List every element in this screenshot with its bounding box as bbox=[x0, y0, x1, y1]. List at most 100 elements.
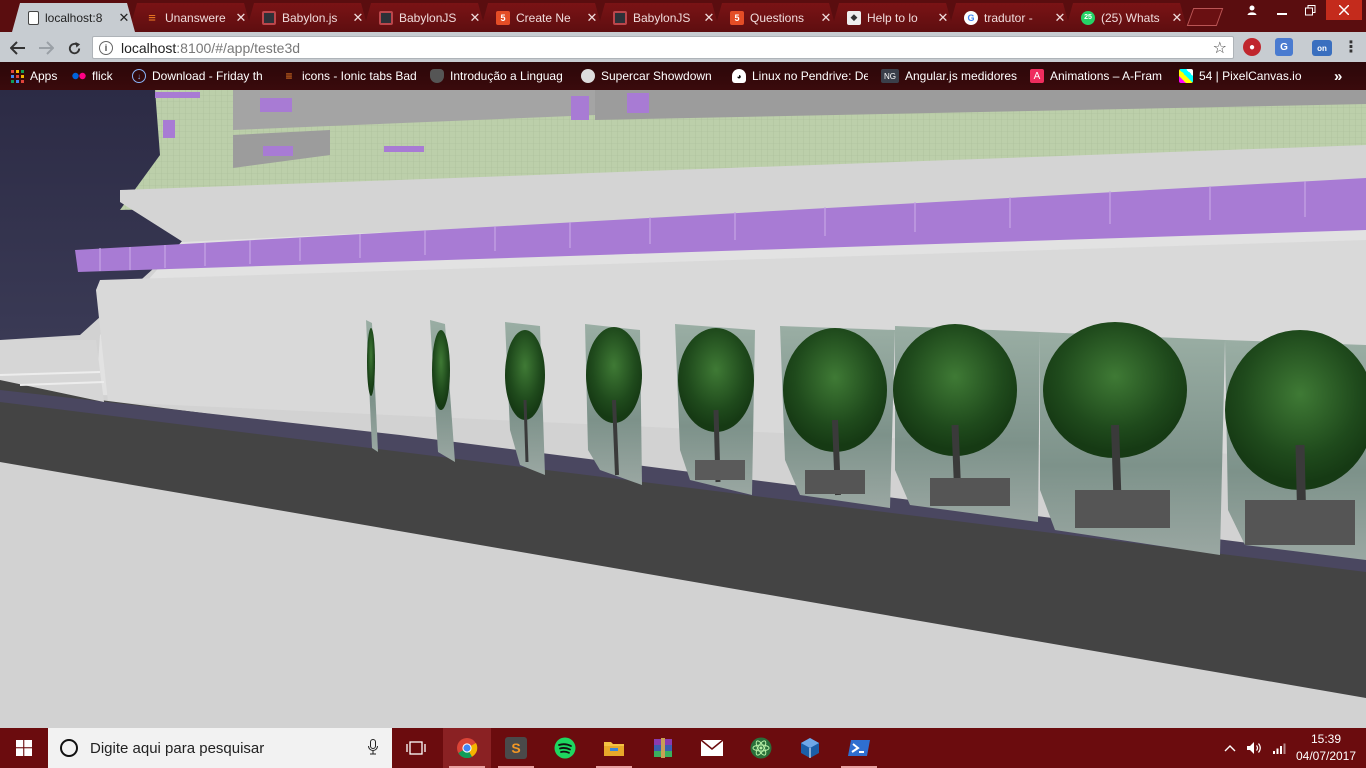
babylonjs-icon bbox=[613, 11, 627, 25]
browser-chrome: localhost:8 ✕ ≡ Unanswere ✕ Babylon.js ✕… bbox=[0, 0, 1366, 90]
tree-billboard-8 bbox=[1040, 322, 1225, 555]
task-view-icon[interactable] bbox=[392, 728, 440, 768]
clock-date: 04/07/2017 bbox=[1295, 749, 1357, 763]
windows-taskbar: Digite aqui para pesquisar S 15:39 04/07… bbox=[0, 728, 1366, 768]
babylonjs-icon bbox=[379, 11, 393, 25]
menu-kebab-icon[interactable]: ⋮ bbox=[1342, 38, 1360, 56]
chrome-icon[interactable] bbox=[443, 728, 491, 768]
bookmark-ionic-tabs[interactable]: ≡ icons - Ionic tabs Bad bbox=[282, 68, 418, 84]
bookmark-label: Introdução a Linguag bbox=[450, 69, 563, 83]
forward-arrow-icon[interactable] bbox=[35, 37, 57, 59]
close-icon[interactable]: ✕ bbox=[113, 10, 135, 26]
bookmark-label: flick bbox=[92, 69, 113, 83]
microphone-icon[interactable] bbox=[368, 738, 378, 758]
babylonjs-icon bbox=[262, 11, 276, 25]
tab-whatsapp[interactable]: 25 (25) Whats ✕ bbox=[1065, 3, 1188, 32]
bookmark-star-icon[interactable]: ☆ bbox=[1213, 38, 1227, 58]
tab-localhost[interactable]: localhost:8 ✕ bbox=[12, 3, 135, 32]
winrar-icon[interactable] bbox=[639, 728, 687, 768]
extension-red-icon[interactable]: ● bbox=[1243, 38, 1261, 56]
bookmark-flick[interactable]: flick bbox=[72, 68, 132, 84]
show-hidden-icons-chevron-icon[interactable] bbox=[1218, 728, 1242, 768]
site-info-icon[interactable]: i bbox=[99, 40, 113, 55]
download-icon: ↓ bbox=[132, 69, 146, 83]
tree-billboard-5 bbox=[675, 324, 755, 495]
extension-on-icon[interactable]: on bbox=[1312, 40, 1332, 56]
flickr-icon bbox=[72, 69, 86, 83]
tab-label: Create Ne bbox=[516, 10, 571, 25]
bookmark-label: Angular.js medidores bbox=[905, 69, 1018, 83]
game-icon bbox=[581, 69, 595, 83]
tab-label: localhost:8 bbox=[45, 10, 103, 25]
clock-time: 15:39 bbox=[1310, 732, 1342, 746]
virtualbox-icon[interactable] bbox=[786, 728, 834, 768]
bookmark-pixelcanvas[interactable]: 54 | PixelCanvas.io bbox=[1179, 68, 1319, 84]
page-icon bbox=[28, 11, 39, 25]
google-icon: G bbox=[964, 11, 978, 25]
url-host: localhost bbox=[121, 39, 177, 56]
bookmark-introducao[interactable]: Introdução a Linguag bbox=[430, 68, 569, 84]
close-icon[interactable]: ✕ bbox=[1166, 10, 1188, 26]
stackoverflow-icon: ≡ bbox=[148, 10, 156, 25]
tab-create-new[interactable]: 5 Create Ne ✕ bbox=[480, 3, 603, 32]
tab-questions[interactable]: 5 Questions ✕ bbox=[714, 3, 837, 32]
more-bookmarks-icon[interactable]: » bbox=[1334, 68, 1342, 84]
tab-babylonjs-1[interactable]: Babylon.js ✕ bbox=[246, 3, 369, 32]
bookmark-apps[interactable]: Apps bbox=[10, 68, 57, 84]
bookmark-linux[interactable]: ◕ Linux no Pendrive: De bbox=[732, 68, 868, 84]
google-translate-icon[interactable]: G bbox=[1275, 38, 1293, 56]
tab-label: Babylon.js bbox=[282, 10, 338, 25]
bookmark-label: icons - Ionic tabs Bad bbox=[302, 69, 417, 83]
mail-icon[interactable] bbox=[688, 728, 736, 768]
bookmark-download[interactable]: ↓ Download - Friday th bbox=[132, 68, 272, 84]
tab-tradutor[interactable]: G tradutor - ✕ bbox=[948, 3, 1071, 32]
user-profile-icon[interactable] bbox=[1238, 0, 1266, 20]
tab-label: BabylonJS bbox=[399, 10, 457, 25]
bookmark-angular[interactable]: NG Angular.js medidores bbox=[881, 68, 1021, 84]
tree-billboard-6 bbox=[780, 326, 895, 508]
volume-icon[interactable] bbox=[1242, 728, 1266, 768]
tab-label: (25) Whats bbox=[1101, 10, 1160, 25]
reload-icon[interactable] bbox=[63, 37, 85, 59]
address-bar[interactable]: i localhost :8100/#/app/teste3d ☆ bbox=[92, 36, 1234, 59]
back-arrow-icon[interactable] bbox=[7, 37, 29, 59]
close-window-icon[interactable] bbox=[1326, 0, 1362, 20]
tree-billboard-7 bbox=[893, 324, 1040, 522]
apps-grid-icon bbox=[10, 69, 24, 83]
minimize-icon[interactable] bbox=[1268, 0, 1296, 20]
file-explorer-icon[interactable] bbox=[590, 728, 638, 768]
tab-label: Help to lo bbox=[867, 10, 918, 25]
linux-icon: ◕ bbox=[732, 69, 746, 83]
system-clock[interactable]: 15:39 04/07/2017 bbox=[1295, 731, 1357, 765]
tab-babylonjs-3[interactable]: BabylonJS ✕ bbox=[597, 3, 720, 32]
tab-unanswered[interactable]: ≡ Unanswere ✕ bbox=[129, 3, 252, 32]
taskbar-search-box[interactable]: Digite aqui para pesquisar bbox=[48, 728, 392, 768]
atom-icon[interactable] bbox=[737, 728, 785, 768]
bookmark-supercar[interactable]: Supercar Showdown bbox=[581, 68, 721, 84]
windows-start-icon[interactable] bbox=[0, 728, 48, 768]
tab-help[interactable]: ◆ Help to lo ✕ bbox=[831, 3, 954, 32]
babylon-3d-canvas[interactable] bbox=[0, 90, 1366, 728]
cortana-icon bbox=[60, 739, 78, 757]
new-tab-button[interactable] bbox=[1186, 8, 1224, 26]
tab-strip: localhost:8 ✕ ≡ Unanswere ✕ Babylon.js ✕… bbox=[0, 0, 1366, 32]
tree-billboard-9 bbox=[1225, 330, 1366, 560]
bookmark-label: Apps bbox=[30, 69, 58, 83]
powershell-icon[interactable] bbox=[835, 728, 883, 768]
shield-icon bbox=[430, 69, 444, 83]
sublime-text-icon[interactable]: S bbox=[492, 728, 540, 768]
spotify-icon[interactable] bbox=[541, 728, 589, 768]
bookmark-label: Linux no Pendrive: De bbox=[752, 69, 868, 83]
bookmark-aframe[interactable]: A Animations – A-Fram bbox=[1030, 68, 1166, 84]
wifi-icon[interactable] bbox=[1268, 728, 1292, 768]
codepen-icon: ◆ bbox=[847, 11, 861, 25]
pixelcanvas-icon bbox=[1179, 69, 1193, 83]
tab-label: Unanswere bbox=[165, 10, 226, 25]
restore-icon[interactable] bbox=[1296, 0, 1324, 20]
tab-babylonjs-2[interactable]: BabylonJS ✕ bbox=[363, 3, 486, 32]
tab-label: BabylonJS bbox=[633, 10, 691, 25]
3d-scene bbox=[0, 90, 1366, 728]
tab-label: Questions bbox=[750, 10, 805, 25]
stackoverflow-icon: ≡ bbox=[285, 69, 293, 83]
html5-icon: 5 bbox=[730, 11, 744, 25]
